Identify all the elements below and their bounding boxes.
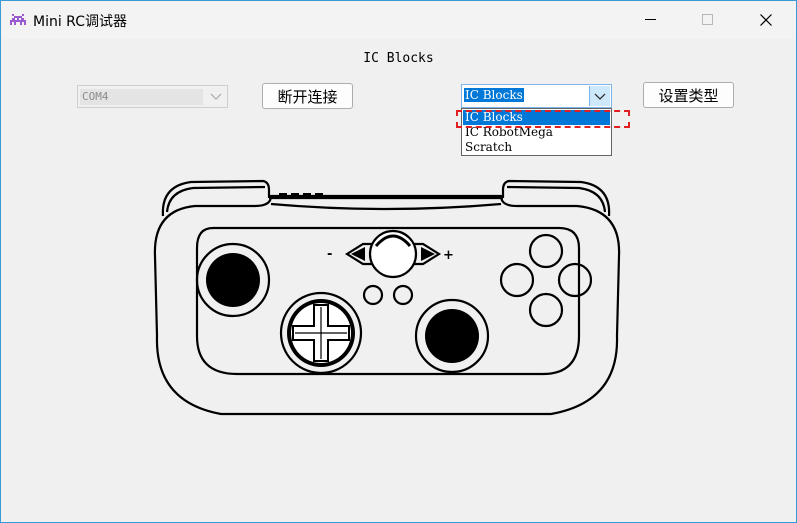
button-left: [499, 262, 535, 298]
button-top: [528, 233, 564, 269]
select-button: [362, 284, 384, 306]
start-button: [392, 284, 414, 306]
minimize-button[interactable]: [628, 5, 674, 35]
type-select-value: IC Blocks: [464, 88, 524, 102]
button-bottom: [528, 292, 564, 328]
plus-label: +: [443, 248, 454, 263]
maximize-icon: [702, 14, 713, 25]
chevron-down-icon: [206, 87, 226, 106]
port-select[interactable]: COM4: [77, 85, 228, 108]
close-button[interactable]: [743, 5, 789, 35]
gamepad-diagram: - +: [153, 179, 621, 416]
port-select-value: COM4: [80, 89, 203, 105]
chevron-down-icon: [589, 86, 610, 106]
button-right: [557, 262, 593, 298]
maximize-button[interactable]: [685, 5, 731, 35]
invader-icon: [10, 12, 26, 31]
window-title: Mini RC调试器: [33, 14, 127, 30]
dpad-icon: [279, 291, 363, 375]
close-icon: [760, 14, 772, 26]
set-type-button[interactable]: 设置类型: [643, 82, 734, 108]
disconnect-button[interactable]: 断开连接: [262, 83, 353, 109]
left-stick: [195, 242, 271, 318]
app-window: Mini RC调试器 IC Blocks COM4 断开连接 IC Blocks…: [0, 0, 797, 523]
mode-heading: IC Blocks: [363, 51, 434, 66]
minus-label: -: [327, 247, 332, 262]
minimize-icon: [645, 19, 656, 20]
action-buttons: [499, 233, 593, 328]
selection-highlight-box: [456, 110, 630, 128]
home-slider: - +: [327, 229, 454, 279]
title-bar: Mini RC调试器: [1, 1, 796, 39]
right-stick: [414, 298, 490, 374]
type-option-scratch[interactable]: Scratch: [463, 140, 610, 155]
type-select[interactable]: IC Blocks: [461, 84, 612, 108]
